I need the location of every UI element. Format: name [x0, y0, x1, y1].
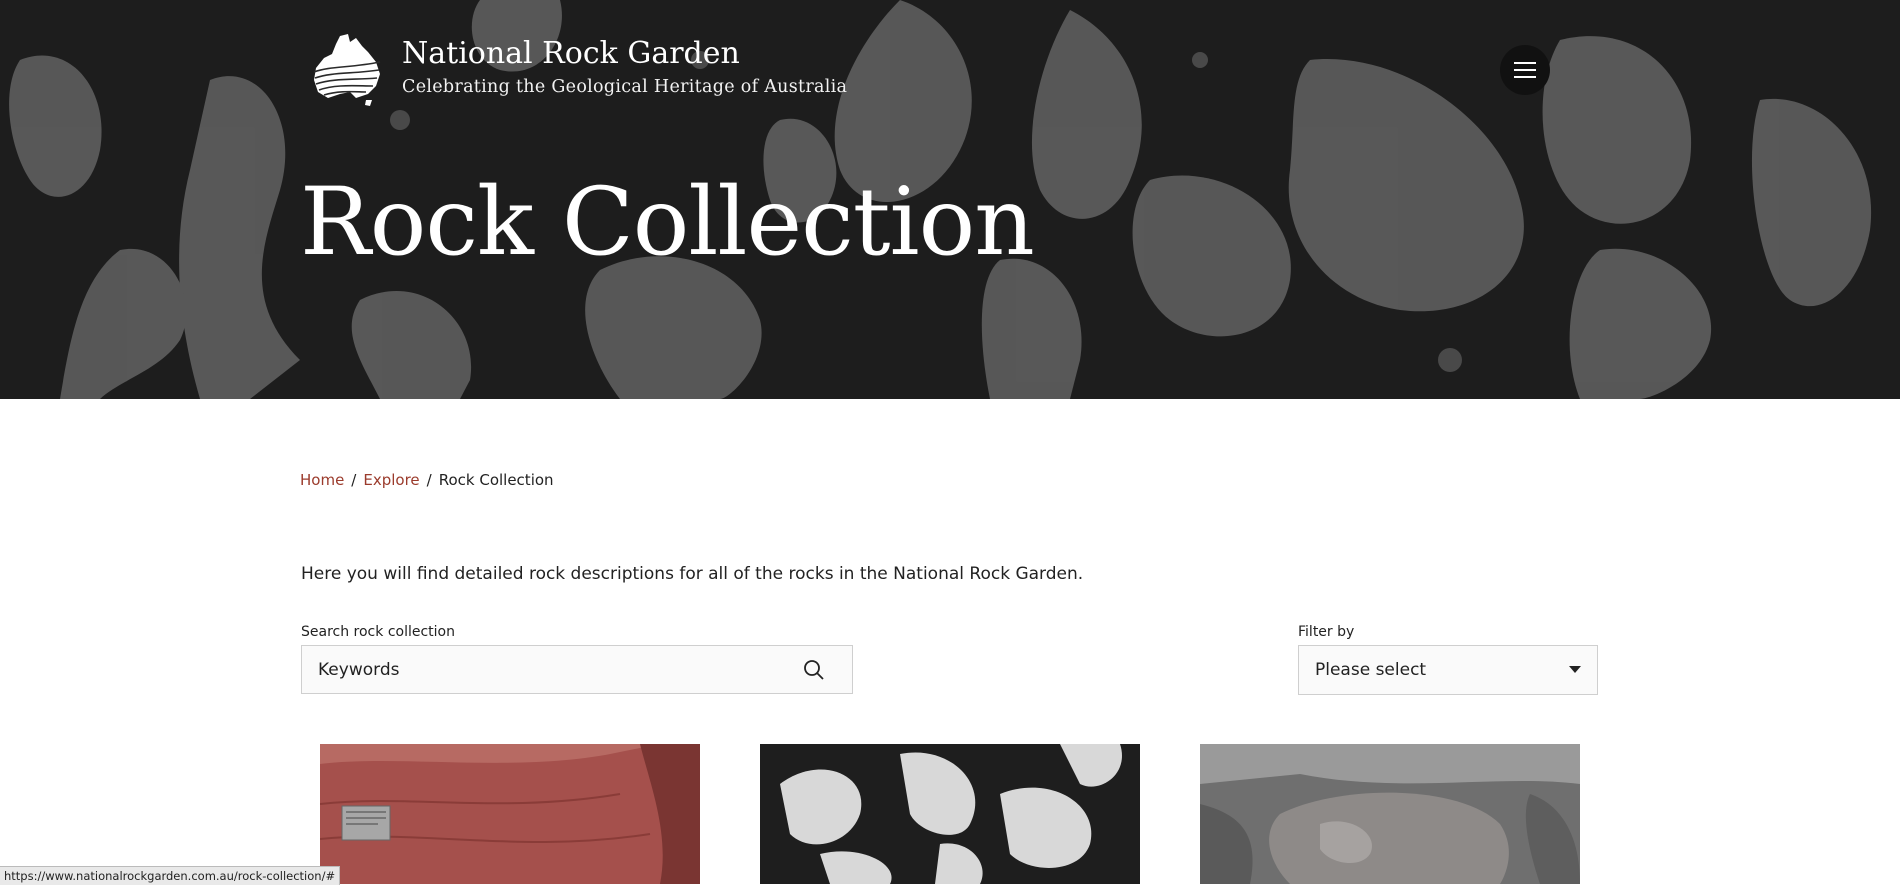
site-title[interactable]: National Rock Garden: [402, 34, 847, 74]
page-title: Rock Collection: [300, 168, 1035, 277]
breadcrumb-home-link[interactable]: Home: [300, 471, 344, 489]
red-rock-image: [320, 744, 700, 884]
search-label: Search rock collection: [301, 624, 455, 640]
banded-rock-image: [760, 744, 1140, 884]
search-icon[interactable]: [802, 658, 826, 682]
site-brand[interactable]: National Rock Garden Celebrating the Geo…: [310, 32, 847, 108]
rock-card-image[interactable]: [1200, 744, 1580, 884]
search-field: [301, 645, 853, 694]
rock-card-image[interactable]: [760, 744, 1140, 884]
filter-select[interactable]: Please select: [1298, 645, 1598, 695]
filter-label: Filter by: [1298, 624, 1355, 640]
breadcrumb: Home / Explore / Rock Collection: [300, 471, 554, 489]
search-input[interactable]: [302, 645, 802, 694]
rock-card-image[interactable]: [320, 744, 700, 884]
browser-status-url: https://www.nationalrockgarden.com.au/ro…: [0, 866, 341, 885]
filter-selected-value: Please select: [1315, 660, 1427, 680]
hamburger-menu-icon: [1514, 62, 1536, 78]
site-tagline: Celebrating the Geological Heritage of A…: [402, 77, 848, 97]
hero-banner: National Rock Garden Celebrating the Geo…: [0, 0, 1900, 399]
breadcrumb-separator: /: [426, 471, 432, 489]
australia-logo-icon: [313, 34, 381, 106]
grey-rock-image: [1200, 744, 1580, 884]
breadcrumb-separator: /: [351, 471, 357, 489]
breadcrumb-current: Rock Collection: [438, 471, 554, 489]
intro-text: Here you will find detailed rock descrip…: [301, 564, 1084, 584]
breadcrumb-explore-link[interactable]: Explore: [363, 471, 419, 489]
menu-button[interactable]: [1500, 45, 1550, 95]
caret-down-icon: [1569, 666, 1581, 673]
